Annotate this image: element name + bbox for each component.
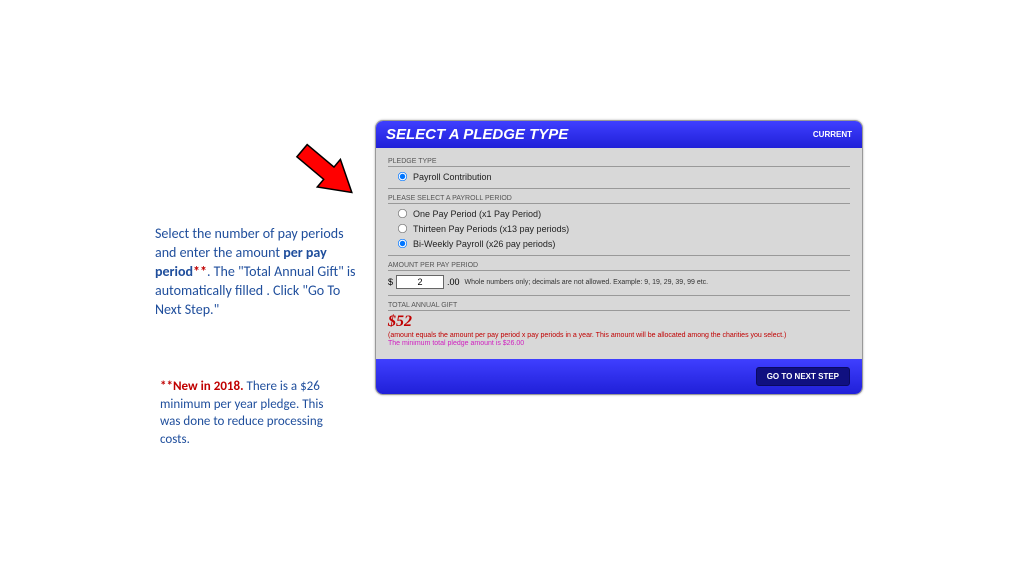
period-text: Thirteen Pay Periods (x13 pay periods) bbox=[413, 224, 569, 234]
form-title: SELECT A PLEDGE TYPE bbox=[386, 126, 568, 143]
amount-label: AMOUNT PER PAY PERIOD bbox=[388, 262, 850, 271]
total-note: (amount equals the amount per pay period… bbox=[388, 332, 850, 339]
form-header: SELECT A PLEDGE TYPE CURRENT bbox=[376, 121, 862, 148]
period-option-biweekly[interactable]: Bi-Weekly Payroll (x26 pay periods) bbox=[388, 236, 850, 251]
pledge-type-label: PLEDGE TYPE bbox=[388, 158, 850, 167]
period-option-one[interactable]: One Pay Period (x1 Pay Period) bbox=[388, 206, 850, 221]
period-radio-thirteen[interactable] bbox=[398, 224, 407, 233]
amount-input[interactable] bbox=[396, 275, 444, 289]
instruction-text: Select the number of pay periods and ent… bbox=[155, 225, 358, 319]
cents-text: .00 bbox=[447, 277, 460, 287]
minimum-note: The minimum total pledge amount is $26.0… bbox=[388, 340, 850, 347]
payroll-period-label: PLEASE SELECT A PAYROLL PERIOD bbox=[388, 195, 850, 204]
period-option-thirteen[interactable]: Thirteen Pay Periods (x13 pay periods) bbox=[388, 221, 850, 236]
period-radio-biweekly[interactable] bbox=[398, 239, 407, 248]
next-step-button[interactable]: GO TO NEXT STEP bbox=[756, 367, 850, 386]
pledge-type-radio[interactable] bbox=[398, 172, 407, 181]
pledge-form: SELECT A PLEDGE TYPE CURRENT PLEDGE TYPE… bbox=[375, 120, 863, 395]
pledge-type-option[interactable]: Payroll Contribution bbox=[388, 169, 850, 184]
form-body: PLEDGE TYPE Payroll Contribution PLEASE … bbox=[376, 148, 862, 359]
arrow-icon bbox=[275, 130, 375, 215]
period-radio-one[interactable] bbox=[398, 209, 407, 218]
amount-row: $ .00 Whole numbers only; decimals are n… bbox=[388, 273, 850, 296]
period-text: Bi-Weekly Payroll (x26 pay periods) bbox=[413, 239, 555, 249]
footnote-heading: **New in 2018. bbox=[160, 379, 244, 394]
pledge-type-text: Payroll Contribution bbox=[413, 172, 492, 182]
amount-hint: Whole numbers only; decimals are not all… bbox=[465, 279, 709, 286]
form-status: CURRENT bbox=[813, 130, 852, 139]
currency-symbol: $ bbox=[388, 277, 393, 287]
period-text: One Pay Period (x1 Pay Period) bbox=[413, 209, 541, 219]
total-label: TOTAL ANNUAL GIFT bbox=[388, 302, 850, 311]
instruction-asterisks: ** bbox=[193, 263, 207, 280]
footnote-text: **New in 2018. There is a $26 minimum pe… bbox=[160, 378, 330, 448]
total-value: $52 bbox=[388, 313, 850, 331]
form-footer: GO TO NEXT STEP bbox=[376, 359, 862, 394]
